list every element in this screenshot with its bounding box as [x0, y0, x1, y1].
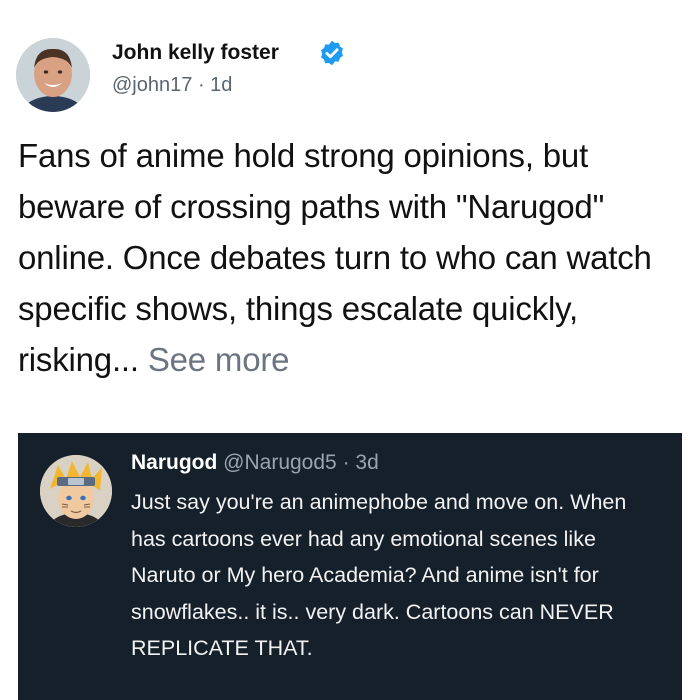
- post-body: Fans of anime hold strong opinions, but …: [18, 137, 652, 378]
- quoted-header: Narugod @Narugod5 · 3d: [131, 451, 379, 475]
- verified-badge-icon: [321, 40, 343, 66]
- quoted-author-name[interactable]: Narugod: [131, 451, 217, 474]
- meta-separator: ·: [197, 74, 205, 96]
- quoted-tweet[interactable]: Narugod @Narugod5 · 3d Just say you're a…: [18, 433, 682, 700]
- post-time[interactable]: 1d: [210, 74, 232, 96]
- post-text: Fans of anime hold strong opinions, but …: [18, 130, 682, 385]
- avatar[interactable]: [16, 38, 90, 112]
- post-meta: @john17 · 1d: [112, 74, 232, 97]
- quoted-author-handle[interactable]: @Narugod5: [223, 451, 337, 474]
- tweet: John kelly foster @john17 · 1d Fans of a…: [0, 0, 700, 700]
- quoted-meta-separator: ·: [342, 451, 350, 474]
- quoted-post-time[interactable]: 3d: [355, 451, 378, 474]
- author-name[interactable]: John kelly foster: [112, 41, 279, 65]
- see-more-link[interactable]: See more: [148, 341, 290, 378]
- quoted-avatar[interactable]: [40, 455, 112, 527]
- author-handle[interactable]: @john17: [112, 74, 192, 96]
- quoted-text: Just say you're an animephobe and move o…: [131, 490, 627, 660]
